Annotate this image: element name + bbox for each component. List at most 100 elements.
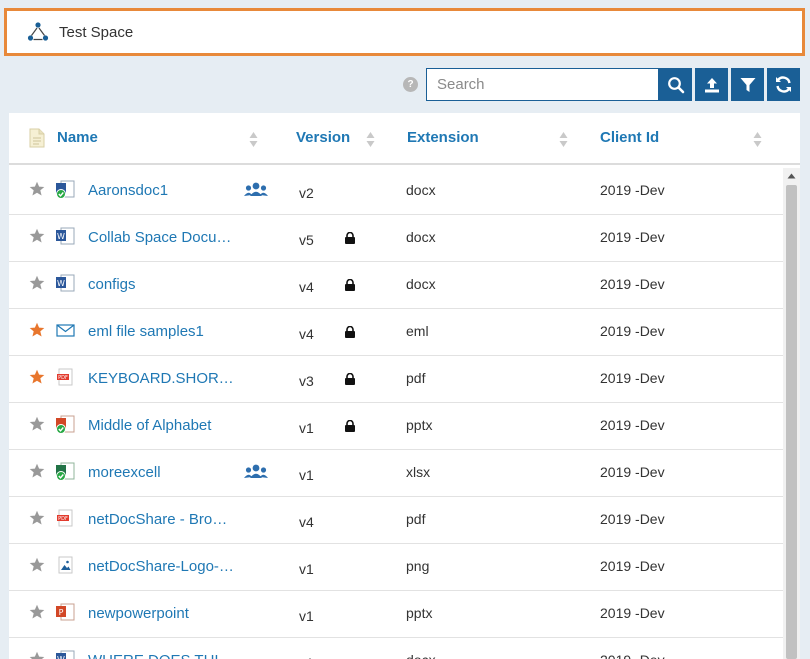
extension-cell: docx bbox=[406, 276, 436, 292]
pdf-icon: PDF bbox=[57, 509, 73, 527]
table-row[interactable]: W Collab Space Documentation v5 docx 2019 -D… bbox=[9, 215, 783, 262]
extension-cell: docx bbox=[406, 229, 436, 245]
document-name-link[interactable]: netDocShare-Logo-final bbox=[88, 558, 234, 575]
table-row[interactable]: W WHERE DOES THIS GO v1 docx 2019 -Dev bbox=[9, 638, 783, 659]
svg-text:P: P bbox=[59, 608, 64, 617]
grid-body: Aaronsdoc1 v2 docx 2019 -Dev W Collab Space D… bbox=[9, 168, 783, 659]
star-icon[interactable] bbox=[29, 510, 45, 526]
upload-button[interactable] bbox=[695, 68, 728, 101]
column-header-extension[interactable]: Extension bbox=[407, 129, 479, 146]
version-cell: v3 bbox=[299, 373, 314, 389]
extension-cell: pptx bbox=[406, 605, 433, 621]
toolbar: ? bbox=[0, 68, 810, 101]
document-name-link[interactable]: newpowerpoint bbox=[88, 605, 234, 622]
star-icon[interactable] bbox=[29, 416, 45, 432]
column-header-client-id[interactable]: Client Id bbox=[600, 129, 659, 146]
extension-cell: pptx bbox=[406, 417, 433, 433]
document-name-link[interactable]: Collab Space Documentation bbox=[88, 229, 234, 246]
sort-icon[interactable] bbox=[366, 131, 375, 148]
collab-space-icon bbox=[27, 21, 49, 43]
star-icon[interactable] bbox=[29, 604, 45, 620]
document-grid: Name Version Extension Client Id Aaronsd… bbox=[9, 113, 800, 659]
star-icon[interactable] bbox=[29, 181, 45, 197]
extension-cell: pdf bbox=[406, 511, 426, 527]
search-input[interactable] bbox=[426, 68, 659, 101]
star-icon[interactable] bbox=[29, 463, 45, 479]
document-name-link[interactable]: moreexcell bbox=[88, 464, 234, 481]
star-icon[interactable] bbox=[29, 557, 45, 573]
column-header-name[interactable]: Name bbox=[57, 129, 98, 146]
lock-icon bbox=[345, 232, 355, 244]
shared-users-icon[interactable] bbox=[244, 463, 268, 481]
sort-icon[interactable] bbox=[249, 131, 258, 148]
document-name-link[interactable]: Middle of Alphabet bbox=[88, 417, 234, 434]
extension-cell: pdf bbox=[406, 370, 426, 386]
client-id-cell: 2019 -Dev bbox=[600, 370, 665, 386]
svg-text:W: W bbox=[57, 655, 65, 659]
sort-icon[interactable] bbox=[753, 131, 762, 148]
version-cell: v1 bbox=[299, 561, 314, 577]
version-cell: v1 bbox=[299, 608, 314, 624]
version-cell: v1 bbox=[299, 420, 314, 436]
table-row[interactable]: netDocShare-Logo-final v1 png 2019 -Dev bbox=[9, 544, 783, 591]
search-button[interactable] bbox=[659, 68, 692, 101]
star-filled-icon[interactable] bbox=[29, 369, 45, 385]
ppt-icon: P bbox=[56, 603, 75, 621]
version-cell: v5 bbox=[299, 232, 314, 248]
grid-header: Name Version Extension Client Id bbox=[9, 113, 800, 165]
document-name-link[interactable]: Aaronsdoc1 bbox=[88, 182, 234, 199]
shared-users-icon[interactable] bbox=[244, 181, 268, 199]
table-row[interactable]: Middle of Alphabet v1 pptx 2019 -Dev bbox=[9, 403, 783, 450]
help-icon[interactable]: ? bbox=[403, 77, 418, 92]
document-name-link[interactable]: configs bbox=[88, 276, 234, 293]
column-header-version[interactable]: Version bbox=[296, 129, 350, 146]
lock-icon bbox=[345, 373, 355, 385]
version-cell: v4 bbox=[299, 279, 314, 295]
table-row[interactable]: eml file samples1 v4 eml 2019 -Dev bbox=[9, 309, 783, 356]
space-header: Test Space bbox=[4, 8, 805, 56]
table-row[interactable]: Wconfigs v4 docx 2019 -Dev bbox=[9, 262, 783, 309]
svg-text:W: W bbox=[57, 232, 65, 241]
version-cell: v4 bbox=[299, 514, 314, 530]
document-name-link[interactable]: eml file samples1 bbox=[88, 323, 234, 340]
image-icon bbox=[58, 556, 73, 574]
lock-icon bbox=[345, 326, 355, 338]
scrollbar-thumb[interactable] bbox=[786, 185, 797, 659]
table-row[interactable]: Pnewpowerpoint v1 pptx 2019 -Dev bbox=[9, 591, 783, 638]
client-id-cell: 2019 -Dev bbox=[600, 605, 665, 621]
word-doc-checked-icon bbox=[56, 180, 75, 199]
star-icon[interactable] bbox=[29, 275, 45, 291]
star-filled-icon[interactable] bbox=[29, 322, 45, 338]
client-id-cell: 2019 -Dev bbox=[600, 652, 665, 659]
client-id-cell: 2019 -Dev bbox=[600, 323, 665, 339]
vertical-scrollbar[interactable] bbox=[783, 168, 800, 659]
scroll-up-arrow-icon[interactable] bbox=[787, 173, 796, 179]
word-doc-icon: W bbox=[56, 274, 75, 292]
email-icon bbox=[56, 324, 75, 337]
document-name-link[interactable]: netDocShare - Brochure bbox=[88, 511, 234, 528]
star-icon[interactable] bbox=[29, 228, 45, 244]
table-row[interactable]: moreexcell v1 xlsx 2019 -Dev bbox=[9, 450, 783, 497]
table-row[interactable]: Aaronsdoc1 v2 docx 2019 -Dev bbox=[9, 168, 783, 215]
client-id-cell: 2019 -Dev bbox=[600, 276, 665, 292]
refresh-icon bbox=[776, 76, 791, 93]
lock-icon bbox=[345, 279, 355, 291]
version-cell: v2 bbox=[299, 185, 314, 201]
refresh-button[interactable] bbox=[767, 68, 800, 101]
document-name-link[interactable]: KEYBOARD.SHORTCUTS bbox=[88, 370, 234, 387]
extension-cell: eml bbox=[406, 323, 429, 339]
filter-button[interactable] bbox=[731, 68, 764, 101]
svg-text:W: W bbox=[57, 279, 65, 288]
table-row[interactable]: PDF netDocShare - Brochure v4 pdf 2019 -Dev bbox=[9, 497, 783, 544]
table-row[interactable]: PDF KEYBOARD.SHORTCUTS v3 pdf 2019 -Dev bbox=[9, 356, 783, 403]
word-doc-icon: W bbox=[56, 650, 75, 659]
version-cell: v1 bbox=[299, 467, 314, 483]
excel-checked-icon bbox=[56, 462, 75, 481]
extension-cell: docx bbox=[406, 652, 436, 659]
client-id-cell: 2019 -Dev bbox=[600, 417, 665, 433]
client-id-cell: 2019 -Dev bbox=[600, 182, 665, 198]
document-name-link[interactable]: WHERE DOES THIS GO bbox=[88, 652, 234, 659]
star-icon[interactable] bbox=[29, 651, 45, 659]
sort-icon[interactable] bbox=[559, 131, 568, 148]
document-icon bbox=[29, 128, 45, 153]
